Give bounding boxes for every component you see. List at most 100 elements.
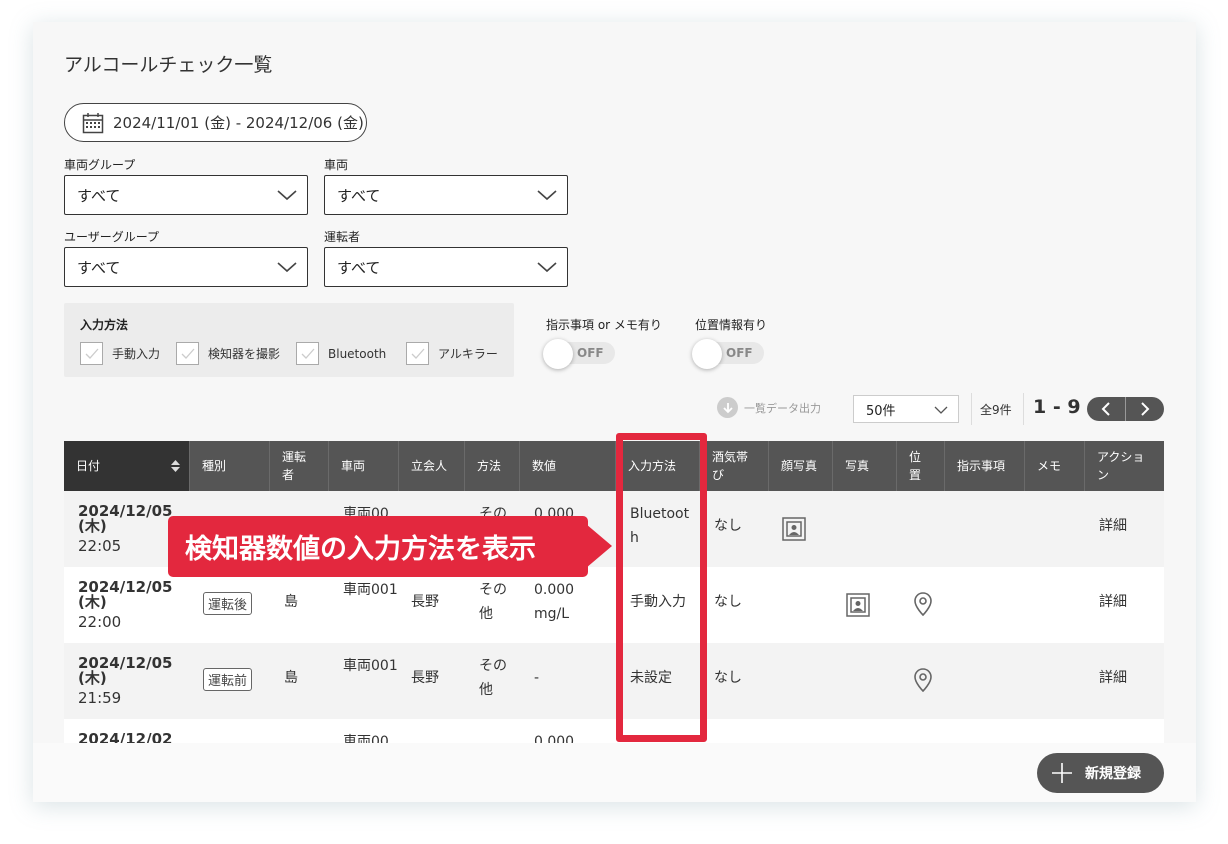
main-panel: アルコールチェック一覧 2024/11/01 (金) - 2024/12/06 … [33,22,1196,802]
row-detail-link[interactable]: 詳細 [1099,667,1127,691]
checkbox-bluetooth[interactable]: Bluetooth [296,342,386,365]
date-range-text: 2024/11/01 (金) - 2024/12/06 (金) [113,114,364,132]
vehicle-select[interactable]: すべて [324,175,568,215]
total-count: 全9件 [980,403,1012,417]
row-date: 2024/12/05 (木) [78,578,173,611]
table-row[interactable]: 2024/12/05 (木) 22:00 運転後 島 車両001 長野 その他 0… [64,567,1164,643]
add-new-label: 新規登録 [1085,766,1141,782]
column-header-alcohol: 酒気帯び [700,441,769,491]
column-header-label: アクション [1097,450,1145,482]
driver-select[interactable]: すべて [324,247,568,287]
row-method: その他 [479,658,507,698]
column-header-label: 酒気帯び [712,450,749,482]
callout-arrow-icon [586,524,612,568]
checkbox-label: 手動入力 [112,347,161,361]
checkbox-icon [80,342,103,365]
checks-table: 日付 種別 運転者 車両 立会人 方法 数値 入力方法 酒気帯び 顔写真 写真 … [64,441,1164,795]
location-pin-icon[interactable] [913,668,933,692]
chevron-down-icon [277,262,297,273]
table-row[interactable]: 2024/12/05 (木) 21:59 運転前 島 車両001 長野 その他 -… [64,643,1164,719]
input-method-filter: 入力方法 手動入力 検知器を撮影 Bluetooth アルキラー [64,303,514,377]
vehicle-label: 車両 [324,158,349,172]
column-header-action: アクション [1085,441,1164,491]
photo-icon[interactable] [846,593,870,617]
location-toggle[interactable]: OFF [692,339,764,369]
per-page-select[interactable]: 50件 [853,395,959,423]
chevron-down-icon [277,190,297,201]
page-range: 1 - 9 [1033,396,1081,418]
face-photo-icon[interactable] [782,517,806,541]
location-pin-icon[interactable] [913,592,933,616]
user-group-select[interactable]: すべて [64,247,308,287]
page-title: アルコールチェック一覧 [64,54,273,76]
sort-icon [171,460,180,472]
column-header-method: 方法 [465,441,520,491]
checkbox-photo[interactable]: 検知器を撮影 [176,342,280,365]
column-header-label: 日付 [76,459,101,473]
per-page-value: 50件 [866,403,896,419]
export-button[interactable]: 一覧データ出力 [717,397,821,418]
vehicle-group-select[interactable]: すべて [64,175,308,215]
toggle-knob [543,339,573,369]
driver-value: すべて [337,258,381,277]
toggle-knob [692,339,722,369]
divider [971,393,972,425]
row-value: 0.000 mg/L [534,582,575,622]
row-alcohol: なし [714,670,742,686]
column-header-instructions: 指示事項 [945,441,1025,491]
divider [1023,393,1024,425]
checkbox-manual[interactable]: 手動入力 [80,342,160,365]
toggle-state: OFF [726,346,753,360]
date-range-picker[interactable]: 2024/11/01 (金) - 2024/12/06 (金) [64,103,367,142]
vehicle-group-value: すべて [77,186,121,205]
row-method: その他 [479,582,507,622]
row-vehicle: 車両001 [343,658,398,674]
checkbox-icon [176,342,199,365]
table-header: 日付 種別 運転者 車両 立会人 方法 数値 入力方法 酒気帯び 顔写真 写真 … [64,441,1164,491]
column-header-driver: 運転者 [270,441,329,491]
prev-page-button[interactable] [1087,397,1125,421]
add-new-button[interactable]: 新規登録 [1037,753,1164,793]
row-value: - [534,670,540,686]
calendar-icon [82,112,104,133]
plus-icon [1052,763,1072,783]
column-header-face-photo: 顔写真 [769,441,833,491]
export-label: 一覧データ出力 [744,401,821,415]
annotation-callout: 検知器数値の入力方法を表示 [168,516,588,577]
input-method-title: 入力方法 [80,318,129,332]
type-badge: 運転後 [203,592,253,615]
instructions-toggle[interactable]: OFF [543,339,615,369]
row-alcohol: なし [714,518,742,534]
column-header-type: 種別 [190,441,270,491]
column-header-label: 位置 [909,450,922,482]
column-header-vehicle: 車両 [329,441,399,491]
bottom-action-bar [33,743,1196,802]
row-detail-link[interactable]: 詳細 [1099,515,1127,539]
vehicle-value: すべて [337,186,381,205]
chevron-down-icon [934,406,948,414]
column-header-witness: 立会人 [399,441,465,491]
row-driver: 島 [284,670,298,686]
checkbox-alkiller[interactable]: アルキラー [406,342,498,365]
row-detail-link[interactable]: 詳細 [1099,591,1127,615]
download-icon [717,397,738,418]
checkbox-label: アルキラー [438,347,498,361]
column-header-date[interactable]: 日付 [64,441,190,491]
checkbox-label: 検知器を撮影 [208,347,281,361]
location-toggle-label: 位置情報有り [695,318,768,332]
chevron-left-icon [1101,402,1110,416]
vehicle-group-label: 車両グループ [64,158,136,172]
row-driver: 島 [284,594,298,610]
chevron-right-icon [1141,402,1150,416]
checkbox-icon [296,342,319,365]
user-group-label: ユーザーグループ [64,230,160,244]
checkbox-label: Bluetooth [328,346,387,361]
checkbox-icon [406,342,429,365]
input-method-column-highlight [616,433,707,742]
column-header-location: 位置 [897,441,945,491]
row-date: 2024/12/05 (木) [78,654,173,687]
toggle-state: OFF [577,346,604,360]
row-time: 21:59 [78,689,122,707]
next-page-button[interactable] [1126,397,1164,421]
instructions-toggle-label: 指示事項 or メモ有り [546,318,662,332]
